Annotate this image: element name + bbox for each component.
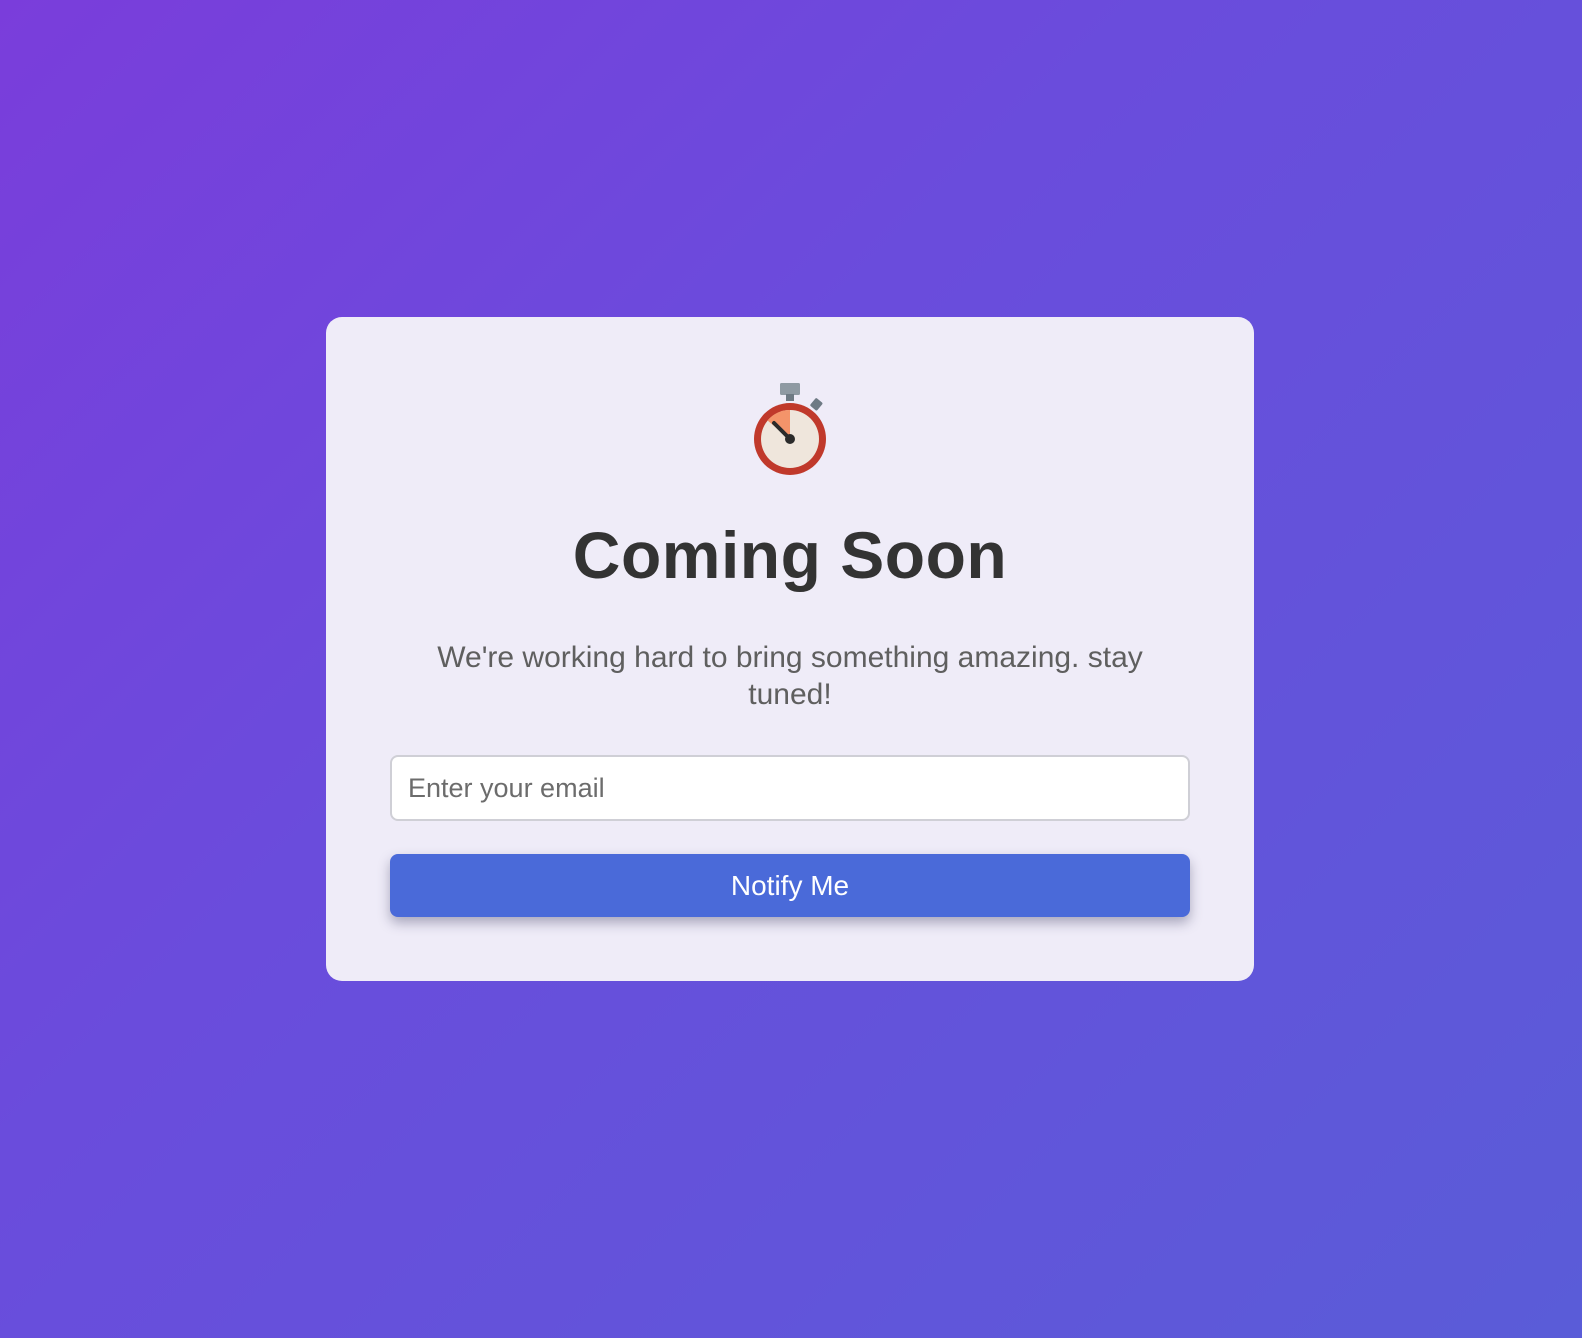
coming-soon-card: Coming Soon We're working hard to bring … [326,317,1254,981]
notify-me-button[interactable]: Notify Me [390,854,1190,917]
stopwatch-icon [750,383,830,479]
page-subtitle: We're working hard to bring something am… [437,641,1143,711]
email-input[interactable] [390,755,1190,821]
page-title: Coming Soon [572,518,1008,592]
